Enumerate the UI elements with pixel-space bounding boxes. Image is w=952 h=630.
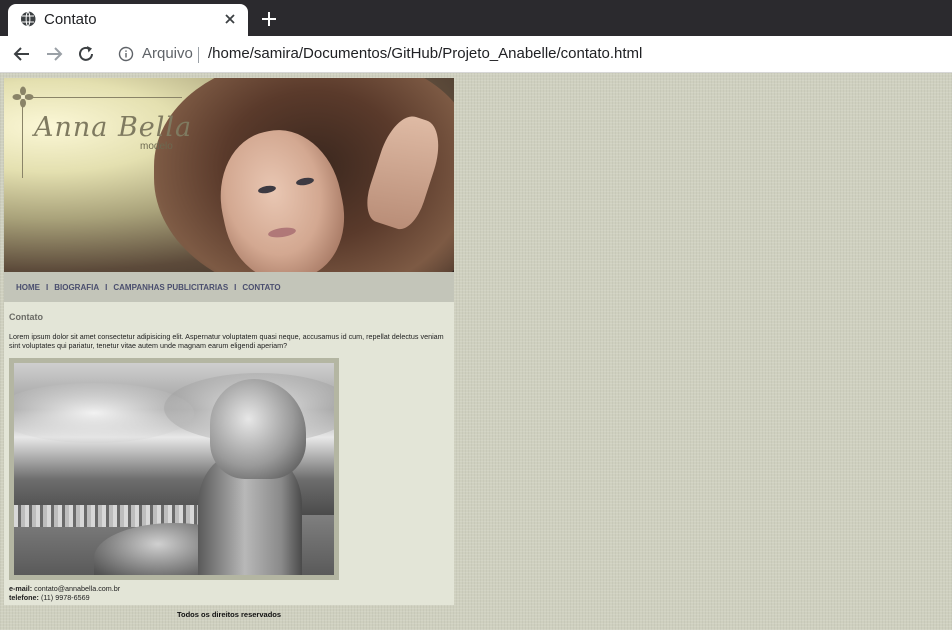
brand-subtitle: modelo — [140, 141, 173, 152]
address-scheme: Arquivo — [142, 45, 193, 62]
arrow-left-icon[interactable] — [12, 44, 32, 64]
info-icon[interactable] — [118, 46, 134, 62]
nav-contato[interactable]: CONTATO — [236, 283, 280, 292]
nav-campanhas[interactable]: CAMPANHAS PUBLICITARIAS — [107, 283, 228, 292]
nav-biografia[interactable]: BIOGRAFIA — [48, 283, 99, 292]
arrow-right-icon[interactable] — [44, 44, 64, 64]
main-nav: HOME I BIOGRAFIA I CAMPANHAS PUBLICITARI… — [4, 272, 454, 302]
contact-info: e-mail: contato@annabella.com.br telefon… — [9, 584, 120, 602]
main-content: Contato Lorem ipsum dolor sit amet conse… — [4, 302, 454, 605]
brand-logo-text: Anna Bella — [34, 112, 193, 143]
page-viewport: Anna Bella modelo HOME I BIOGRAFIA I CAM… — [0, 73, 952, 630]
address-url[interactable]: /home/samira/Documentos/GitHub/Projeto_A… — [208, 45, 642, 62]
flower-icon — [12, 86, 34, 108]
intro-paragraph: Lorem ipsum dolor sit amet consectetur a… — [9, 332, 444, 350]
browser-toolbar: Arquivo /home/samira/Documentos/GitHub/P… — [0, 36, 952, 73]
address-bar[interactable]: Arquivo /home/samira/Documentos/GitHub/P… — [108, 40, 952, 68]
reload-icon[interactable] — [76, 44, 96, 64]
site-container: Anna Bella modelo HOME I BIOGRAFIA I CAM… — [4, 78, 454, 605]
header-banner: Anna Bella modelo — [4, 78, 454, 272]
plus-icon[interactable] — [260, 10, 278, 28]
browser-tab-bar: Contato — [0, 0, 952, 36]
page-heading: Contato — [9, 312, 43, 322]
phone-value: (11) 9978-6569 — [40, 593, 90, 602]
phone-label: telefone: — [9, 593, 39, 602]
brand-line — [22, 97, 182, 98]
address-separator — [198, 47, 199, 63]
tab-title: Contato — [44, 11, 97, 28]
photo-frame — [9, 358, 339, 580]
contact-photo — [14, 363, 334, 575]
site-footer: Todos os direitos reservados — [176, 610, 282, 619]
brand-line — [22, 96, 23, 178]
email-value: contato@annabella.com.br — [34, 584, 121, 593]
globe-icon — [20, 11, 36, 28]
nav-home[interactable]: HOME — [4, 283, 40, 292]
email-label: e-mail: — [9, 584, 33, 593]
close-icon[interactable] — [222, 11, 238, 27]
browser-tab[interactable]: Contato — [8, 4, 248, 36]
